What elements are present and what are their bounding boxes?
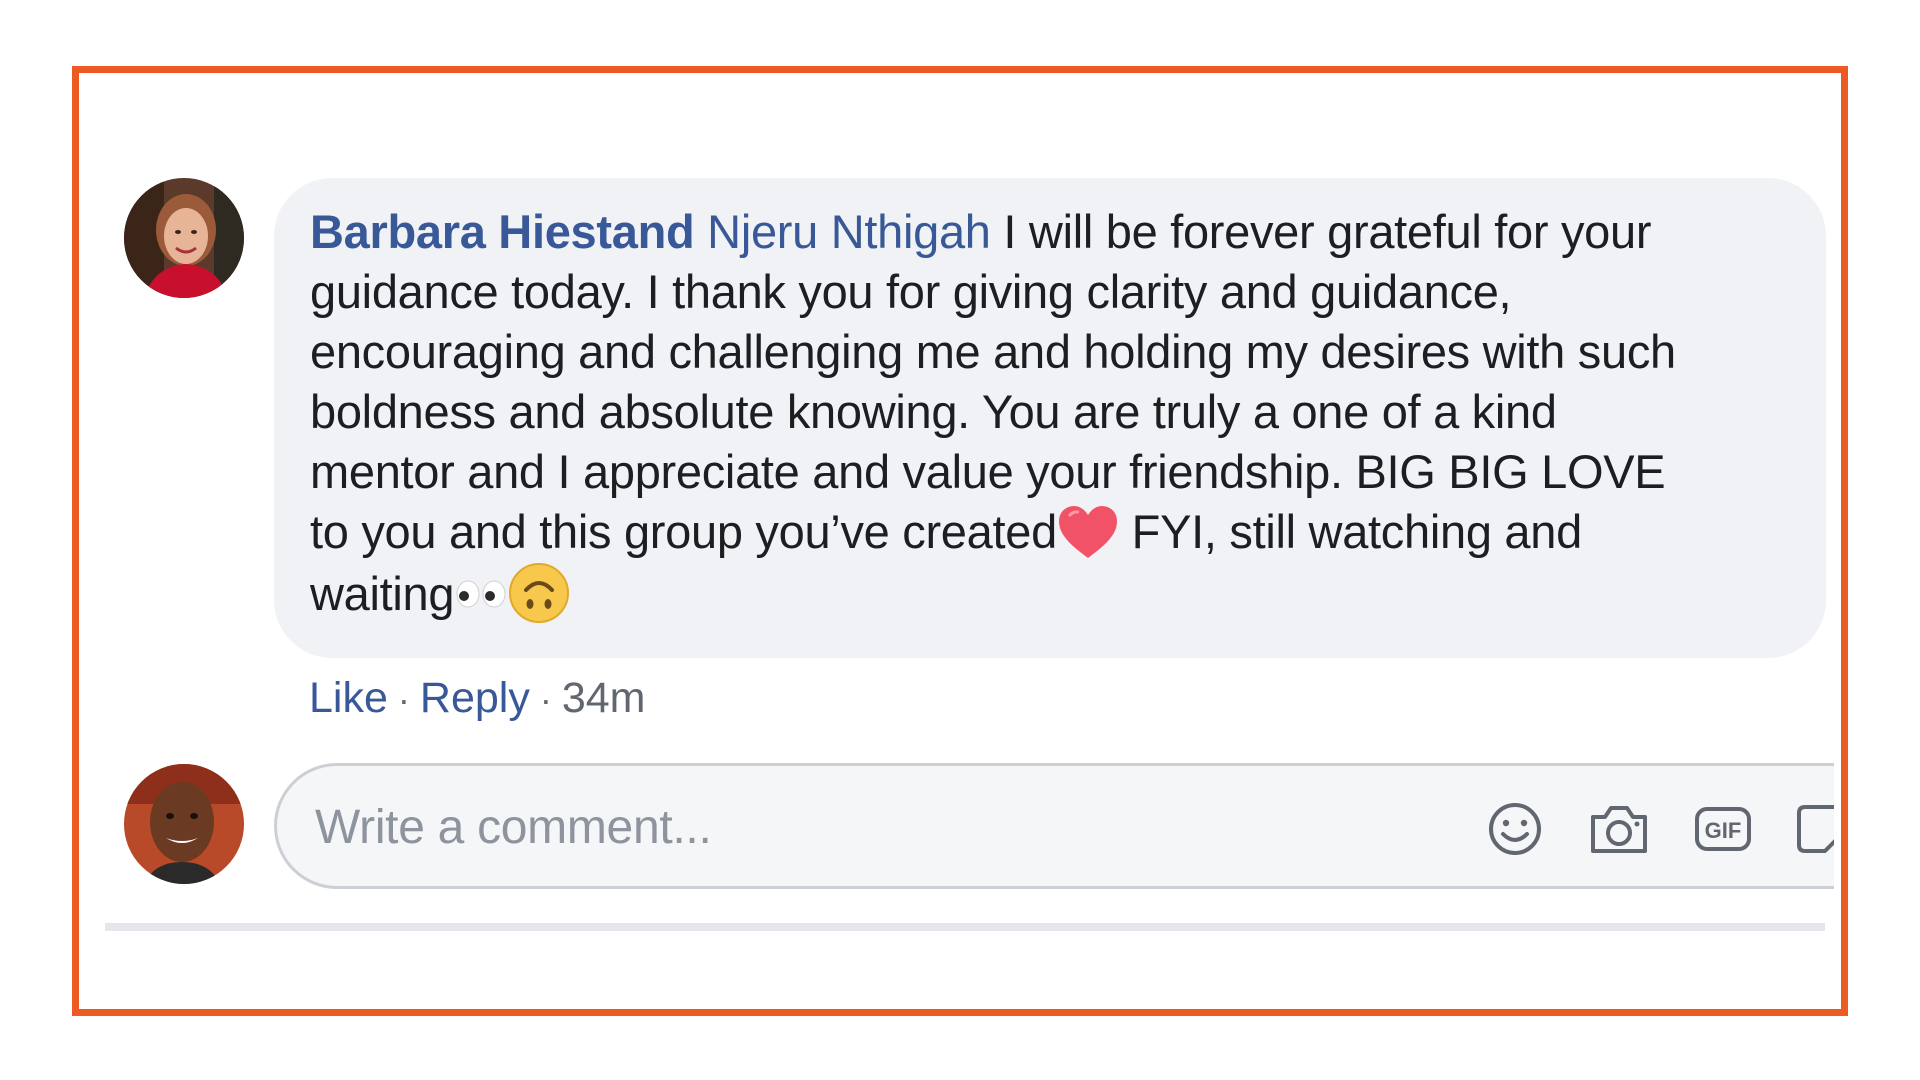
current-user-avatar[interactable]: [124, 764, 244, 884]
gif-label: GIF: [1705, 818, 1742, 843]
comment-line-3: encouraging and challenging me and holdi…: [310, 325, 1676, 378]
comment-timestamp[interactable]: 34m: [562, 674, 646, 722]
eyes-icon: [454, 578, 508, 608]
comment-actions: Like · Reply · 34m: [309, 670, 645, 728]
heart-icon: [1057, 504, 1119, 560]
comment-line-2: guidance today. I thank you for giving c…: [310, 265, 1512, 318]
comment-line-6: to you and this group you’ve created FYI…: [310, 502, 1790, 564]
comment-line-5: mentor and I appreciate and value your f…: [310, 445, 1666, 498]
camera-icon[interactable]: [1587, 799, 1651, 859]
separator: ·: [539, 679, 552, 720]
reply-link[interactable]: Reply: [420, 674, 530, 722]
crop-edge: [1834, 743, 1841, 913]
comment-text: to you and this group you’ve created: [310, 505, 1057, 558]
comment-text: I will be forever grateful for your: [990, 205, 1652, 258]
upside-down-face-icon: [508, 562, 570, 624]
comment-line-7: waiting: [310, 562, 1790, 629]
commenter-avatar[interactable]: [124, 178, 244, 298]
comment-input[interactable]: [313, 796, 1417, 858]
screenshot-frame: Barbara Hiestand Njeru Nthigah I will be…: [72, 66, 1848, 1016]
emoji-icon[interactable]: [1483, 799, 1547, 859]
separator: ·: [397, 679, 410, 720]
comment-author-link[interactable]: Barbara Hiestand: [310, 205, 695, 258]
comment-text: FYI, still watching and: [1118, 505, 1583, 558]
gif-icon[interactable]: GIF: [1691, 799, 1755, 859]
divider: [105, 923, 1825, 931]
comment-line-1: Barbara Hiestand Njeru Nthigah I will be…: [310, 202, 1790, 262]
like-link[interactable]: Like: [309, 674, 388, 722]
mention-link[interactable]: Njeru Nthigah: [707, 205, 991, 258]
comment-bubble: Barbara Hiestand Njeru Nthigah I will be…: [274, 178, 1826, 658]
comment-composer: GIF: [274, 763, 1841, 889]
comment-text: waiting: [310, 566, 455, 620]
comment-line-4: boldness and absolute knowing. You are t…: [310, 385, 1557, 438]
